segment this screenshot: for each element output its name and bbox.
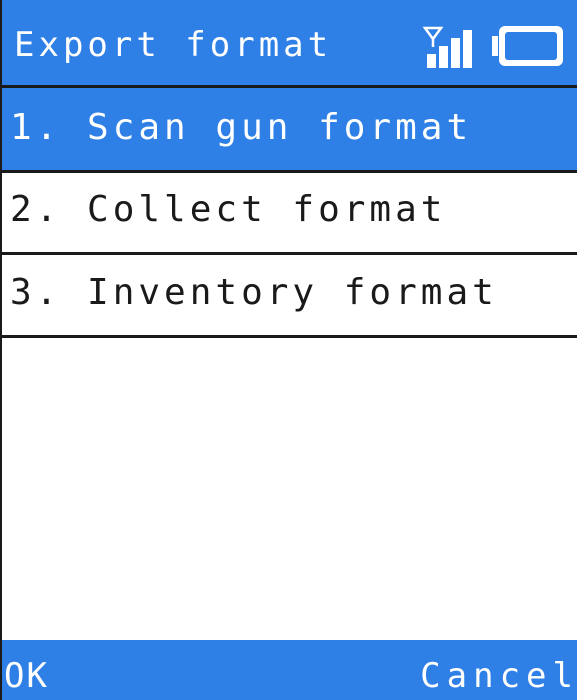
export-format-screen: Export format 1. Scan gun format 2. Coll… bbox=[0, 0, 577, 700]
page-title: Export format bbox=[14, 25, 333, 65]
menu-item-collect-format[interactable]: 2. Collect format bbox=[2, 170, 577, 255]
menu-item-inventory-format[interactable]: 3. Inventory format bbox=[2, 253, 577, 338]
title-bar: Export format bbox=[2, 0, 577, 88]
battery-icon bbox=[492, 26, 563, 66]
ok-button[interactable]: OK bbox=[2, 654, 49, 698]
menu-item-label: 2. Collect format bbox=[10, 189, 447, 230]
menu-item-label: 3. Inventory format bbox=[10, 272, 498, 313]
menu-item-label: 1. Scan gun format bbox=[10, 107, 473, 148]
menu-item-scan-gun-format[interactable]: 1. Scan gun format bbox=[2, 88, 577, 173]
cancel-button[interactable]: Cancel bbox=[420, 654, 577, 698]
softkey-bar: OK Cancel bbox=[2, 640, 577, 700]
signal-strength-icon bbox=[422, 26, 472, 68]
